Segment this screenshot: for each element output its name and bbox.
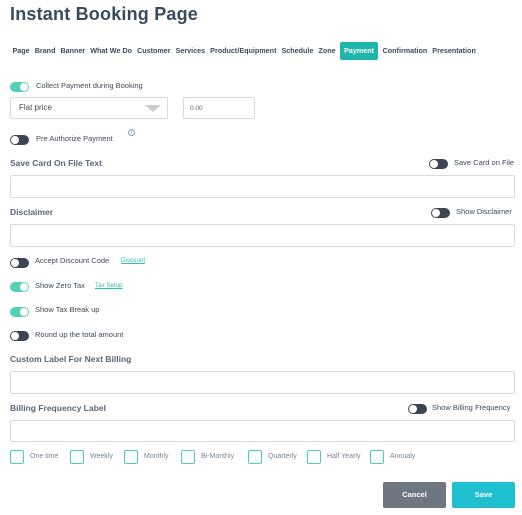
tab-zone[interactable]: Zone [316, 42, 338, 60]
disclaimer-input[interactable] [10, 224, 515, 247]
billing-frequency-heading: Billing Frequency Label [10, 403, 106, 413]
collect-payment-toggle[interactable] [10, 82, 29, 92]
toggle-knob [11, 259, 19, 267]
round-up-label: Round up the total amount [35, 330, 124, 339]
checkbox-label: Half Yearly [327, 453, 361, 460]
toggle-knob [430, 160, 438, 168]
checkbox-label: One time [30, 453, 59, 460]
checkbox-annualy[interactable] [370, 450, 384, 464]
tab-presentation[interactable]: Presentation [430, 42, 479, 60]
disclaimer-heading: Disclaimer [10, 207, 53, 217]
checkbox-bi-monthly[interactable] [181, 450, 195, 464]
toggle-knob [11, 136, 19, 144]
info-icon[interactable]: i [128, 129, 135, 136]
checkbox-half-yearly[interactable] [307, 450, 321, 464]
tab-bar: Page Brand Banner What We Do Customer Se… [10, 42, 478, 60]
toggle-knob [20, 83, 28, 91]
discount-label: Accept Discount Code [35, 256, 110, 265]
toggle-knob [432, 209, 440, 217]
pre-authorize-toggle[interactable] [10, 135, 29, 145]
chevron-down-icon [145, 105, 161, 112]
tab-brand[interactable]: Brand [32, 42, 58, 60]
save-card-toggle[interactable] [429, 159, 448, 169]
next-billing-input[interactable] [10, 371, 515, 394]
tab-services[interactable]: Services [173, 42, 208, 60]
tab-product-equipment[interactable]: Product/Equipment [208, 42, 279, 60]
checkbox-monthly[interactable] [124, 450, 138, 464]
tab-schedule[interactable]: Schedule [279, 42, 316, 60]
disclaimer-toggle-label: Show Disclaimer [456, 207, 512, 216]
tab-banner[interactable]: Banner [58, 42, 88, 60]
amount-input[interactable]: 0.00 [183, 97, 255, 119]
checkbox-label: Quarterly [268, 453, 297, 460]
amount-placeholder: 0.00 [190, 105, 203, 112]
save-button[interactable]: Save [452, 482, 515, 508]
save-card-toggle-label: Save Card on File [454, 158, 515, 167]
price-type-value: Flat price [19, 103, 52, 112]
zero-tax-toggle[interactable] [10, 282, 29, 292]
next-billing-heading: Custom Label For Next Billing [10, 354, 132, 364]
toggle-knob [11, 332, 19, 340]
checkbox-one-time[interactable] [10, 450, 24, 464]
checkbox-quarterly[interactable] [248, 450, 262, 464]
price-type-select[interactable]: Flat price [10, 97, 168, 119]
tax-breakup-toggle[interactable] [10, 307, 29, 317]
tab-payment[interactable]: Payment [340, 42, 379, 60]
billing-frequency-toggle-label: Show Billing Frequency [432, 403, 511, 412]
checkbox-label: Bi-Monthly [201, 453, 235, 460]
cancel-button[interactable]: Cancel [383, 482, 446, 508]
collect-payment-label: Collect Payment during Booking [36, 81, 143, 90]
toggle-knob [20, 283, 28, 291]
discount-link[interactable]: Discount [121, 257, 145, 264]
page-title: Instant Booking Page [10, 4, 199, 24]
tab-confirmation[interactable]: Confirmation [380, 42, 430, 60]
billing-frequency-input[interactable] [10, 420, 515, 442]
tab-what-we-do[interactable]: What We Do [88, 42, 135, 60]
checkbox-label: Annualy [390, 453, 416, 460]
tax-setup-link[interactable]: Tax Setup [95, 282, 123, 289]
round-up-toggle[interactable] [10, 331, 29, 341]
discount-toggle[interactable] [10, 258, 29, 268]
tab-customer[interactable]: Customer [135, 42, 174, 60]
toggle-knob [409, 405, 417, 413]
save-card-text-input[interactable] [10, 175, 515, 198]
toggle-knob [20, 308, 28, 316]
zero-tax-label: Show Zero Tax [35, 281, 85, 290]
disclaimer-toggle[interactable] [431, 208, 450, 218]
tax-breakup-label: Show Tax Break up [35, 305, 100, 314]
checkbox-label: Weekly [90, 453, 113, 460]
checkbox-weekly[interactable] [70, 450, 84, 464]
checkbox-label: Monthly [144, 453, 169, 460]
billing-frequency-toggle[interactable] [408, 404, 427, 414]
save-card-heading: Save Card On File Text [10, 158, 102, 168]
pre-authorize-label: Pre Authorize Payment [36, 134, 113, 143]
tab-page[interactable]: Page [10, 42, 32, 60]
